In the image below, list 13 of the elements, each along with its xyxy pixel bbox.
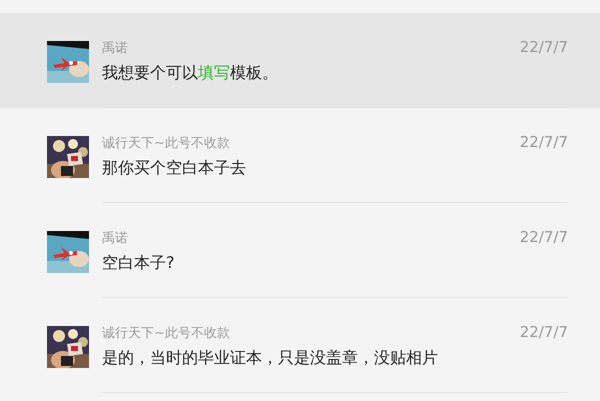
comment-row[interactable]: 禹诺 22/7/7 我想要个可以填写模板。 xyxy=(0,13,600,108)
comment-text: 我想要个可以填写模板。 xyxy=(102,62,278,84)
author-name: 禹诺 xyxy=(102,230,128,248)
author-name: 诚行天下~此号不收款 xyxy=(102,135,230,153)
comment-text: 是的，当时的毕业证本，只是没盖章，没贴相片 xyxy=(102,347,438,369)
comment-date: 22/7/7 xyxy=(520,227,568,247)
comment-date: 22/7/7 xyxy=(520,37,568,57)
comment-date: 22/7/7 xyxy=(520,132,568,152)
author-name: 禹诺 xyxy=(102,40,128,58)
comment-text: 空白本子? xyxy=(102,252,174,274)
comment-date: 22/7/7 xyxy=(520,322,568,342)
comment-text: 那你买个空白本子去 xyxy=(102,157,246,179)
author-name: 诚行天下~此号不收款 xyxy=(102,325,230,343)
